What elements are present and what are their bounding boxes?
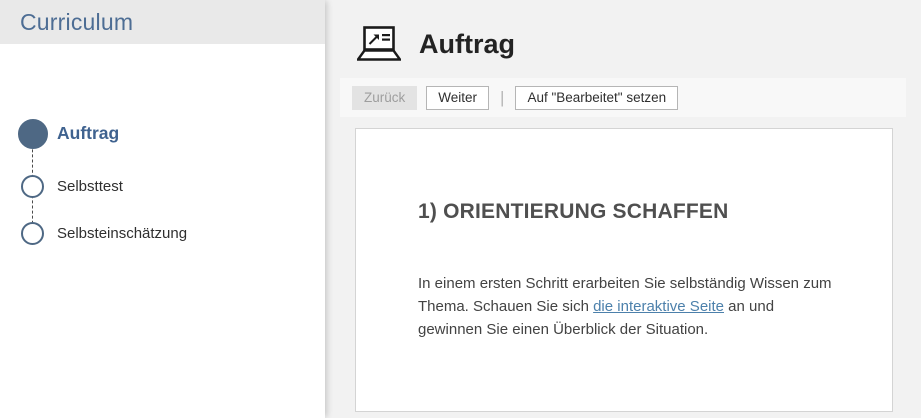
next-button[interactable]: Weiter [426,86,489,110]
page-header: Auftrag [357,26,515,62]
step-circle-filled-icon[interactable] [18,119,48,149]
content-paragraph: In einem ersten Schritt erarbeiten Sie s… [418,272,834,341]
step-label-selbsteinschaetzung[interactable]: Selbsteinschätzung [57,225,187,242]
back-button[interactable]: Zurück [352,86,417,110]
curriculum-app: Curriculum Auftrag Selbsttest Selbsteins… [0,0,921,418]
interactive-page-link[interactable]: die interaktive Seite [593,298,724,315]
navigation-toolbar: Zurück Weiter | Auf "Bearbeitet" setzen [340,78,906,117]
toolbar-separator: | [498,88,506,108]
sidebar-header: Curriculum [0,0,325,44]
page-content-panel: 1) ORIENTIERUNG SCHAFFEN In einem ersten… [355,128,893,412]
curriculum-sidebar: Curriculum Auftrag Selbsttest Selbsteins… [0,0,325,418]
sidebar-title: Curriculum [20,9,133,36]
step-label-selbsttest[interactable]: Selbsttest [57,178,123,195]
learning-module-laptop-chart-icon [357,26,401,62]
curriculum-timeline: Auftrag Selbsttest Selbsteinschätzung [0,44,325,418]
set-processed-button[interactable]: Auf "Bearbeitet" setzen [515,86,678,110]
content-heading: 1) ORIENTIERUNG SCHAFFEN [418,200,728,224]
main-content-area: Auftrag Zurück Weiter | Auf "Bearbeitet"… [325,0,921,418]
page-title: Auftrag [419,29,515,60]
step-circle-outline-icon[interactable] [21,222,44,245]
step-circle-outline-icon[interactable] [21,175,44,198]
step-label-auftrag[interactable]: Auftrag [57,123,119,144]
